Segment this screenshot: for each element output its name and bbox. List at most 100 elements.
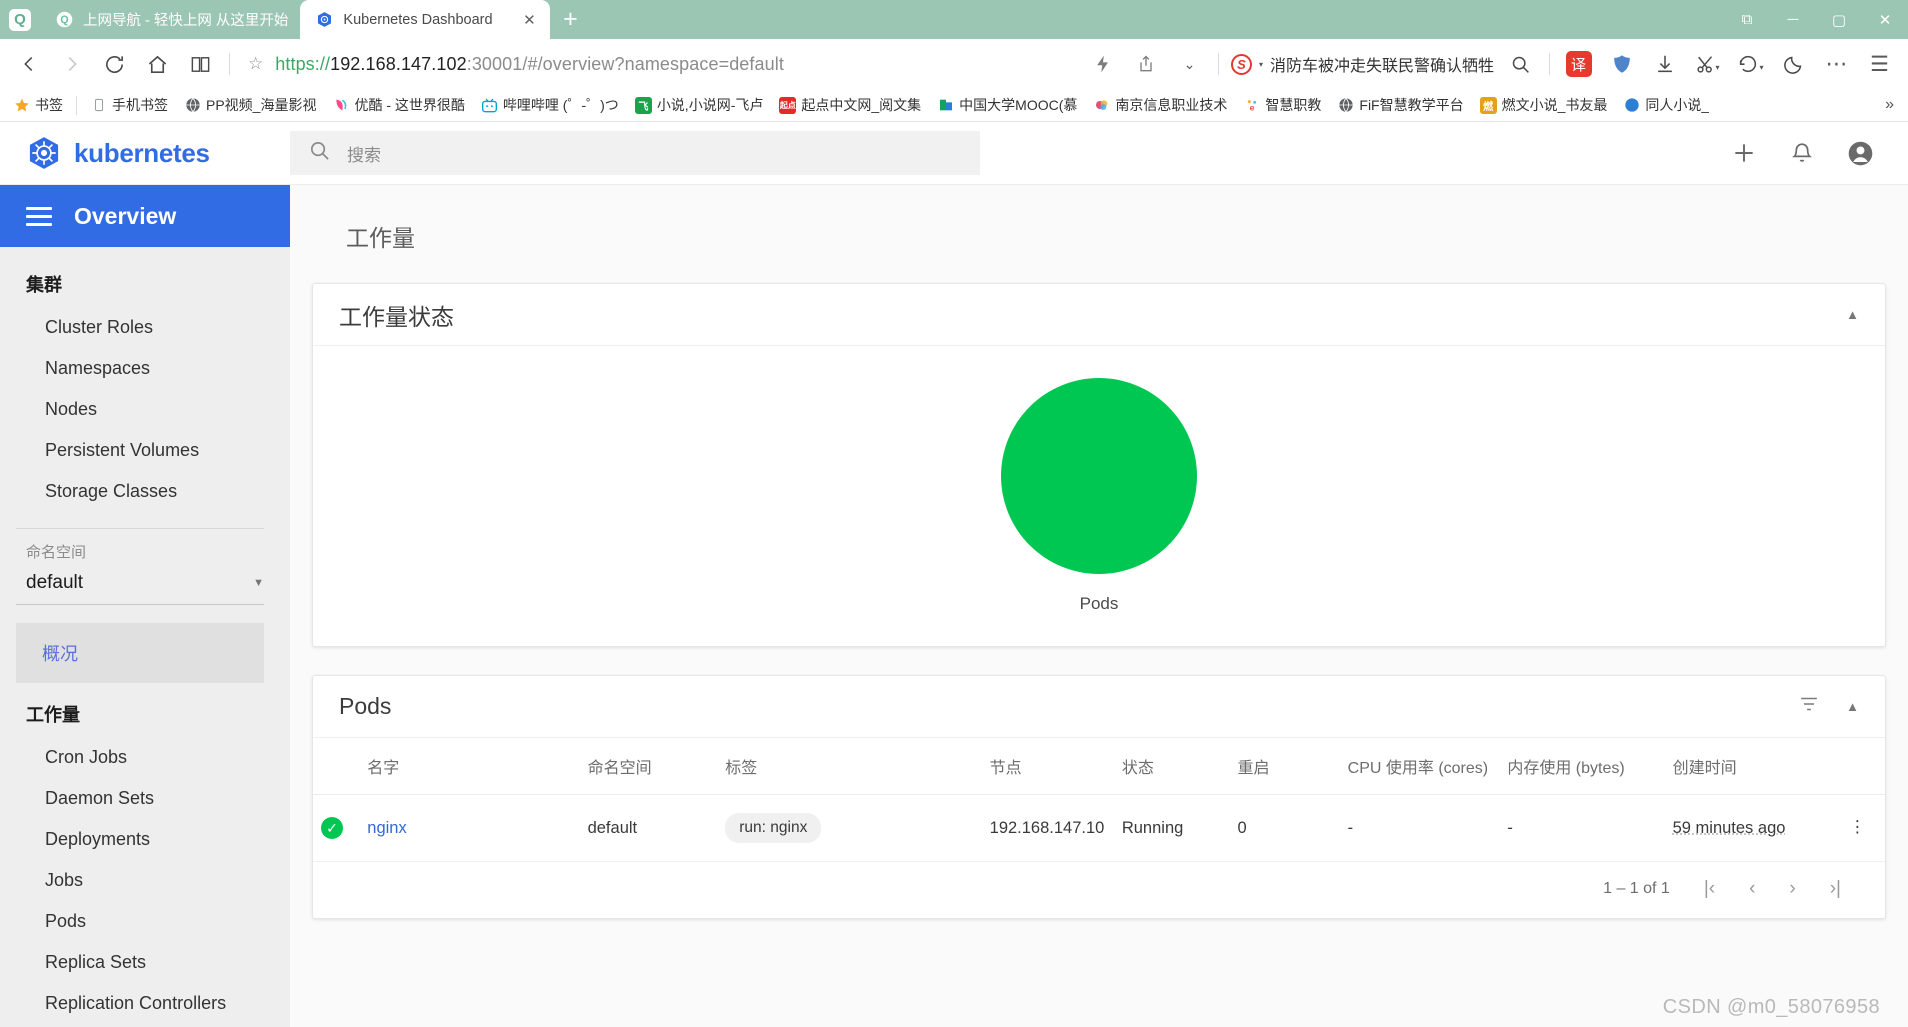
next-page-icon[interactable]: › xyxy=(1789,878,1795,900)
sidebar-item-namespaces[interactable]: Namespaces xyxy=(0,348,290,389)
sidebar-item-persistent-volumes[interactable]: Persistent Volumes xyxy=(0,430,290,471)
table-row[interactable]: ✓ nginx default run: nginx 192.168.147.1… xyxy=(313,795,1885,862)
card-header: 工作量状态 ▲ xyxy=(313,284,1885,346)
sidebar-item-nodes[interactable]: Nodes xyxy=(0,389,290,430)
new-tab-button[interactable]: + xyxy=(550,0,590,39)
bookmark-item[interactable]: 燃 燃文小说_书友最 xyxy=(1473,92,1615,118)
bookmark-label: 燃文小说_书友最 xyxy=(1501,97,1608,113)
bookmark-item[interactable]: e 智慧职教 xyxy=(1236,92,1328,118)
browser-tab-kubernetes[interactable]: Kubernetes Dashboard ✕ xyxy=(300,0,551,39)
sidebar-item-cluster-roles[interactable]: Cluster Roles xyxy=(0,307,290,348)
scissors-icon[interactable]: ▾ xyxy=(1687,44,1728,85)
window-close-icon[interactable]: ✕ xyxy=(1862,0,1908,39)
translate-icon[interactable]: 译 xyxy=(1558,44,1599,85)
bookmark-item[interactable]: 优酷 - 这世界很酷 xyxy=(325,92,471,118)
sidebar-item-overview[interactable]: 概况 xyxy=(16,623,264,683)
column-header-memory[interactable]: 内存使用 (bytes) xyxy=(1499,738,1665,795)
column-header-created[interactable]: 创建时间 xyxy=(1664,738,1830,795)
column-header-node[interactable]: 节点 xyxy=(981,738,1114,795)
bookmark-item[interactable]: FiF智慧教学平台 xyxy=(1330,92,1470,118)
maximize-icon[interactable]: ▢ xyxy=(1816,0,1862,39)
add-resource-button[interactable] xyxy=(1730,139,1758,167)
column-header-namespace[interactable]: 命名空间 xyxy=(579,738,718,795)
sidebar-item-deployments[interactable]: Deployments xyxy=(0,819,290,860)
chevron-down-icon[interactable]: ▼ xyxy=(253,577,264,589)
minimize-icon[interactable]: ─ xyxy=(1770,0,1816,39)
sidebar-item-jobs[interactable]: Jobs xyxy=(0,860,290,901)
browser-tab-navigation[interactable]: Q 上网导航 - 轻快上网 从这里开始 xyxy=(40,0,300,39)
bookmark-item[interactable]: 飞 小说,小说网-飞卢 xyxy=(628,92,771,118)
card-actions: ▲ xyxy=(1846,307,1859,322)
chevron-down-icon[interactable]: ⌄ xyxy=(1169,44,1210,85)
tongren-icon xyxy=(1623,97,1640,114)
column-header-name[interactable]: 名字 xyxy=(359,738,580,795)
globe-icon xyxy=(184,97,201,114)
collapse-icon[interactable]: ▲ xyxy=(1846,699,1859,714)
prev-page-icon[interactable]: ‹ xyxy=(1749,878,1755,900)
search-placeholder: 搜索 xyxy=(347,145,381,165)
home-icon[interactable] xyxy=(137,44,178,85)
row-actions-menu-icon[interactable]: ⋮ xyxy=(1830,795,1885,862)
bookmark-item[interactable]: 起点 起点中文网_阅文集 xyxy=(772,92,928,118)
pagination: 1 – 1 of 1 |‹ ‹ › ›| xyxy=(313,861,1885,918)
sidebar-item-storage-classes[interactable]: Storage Classes xyxy=(0,471,290,512)
bookmark-star-icon[interactable]: ☆ xyxy=(248,54,263,74)
column-header-cpu[interactable]: CPU 使用率 (cores) xyxy=(1339,738,1500,795)
bookmark-item[interactable]: 同人小说_ xyxy=(1616,92,1716,118)
app-logo[interactable]: kubernetes xyxy=(0,135,290,171)
reader-mode-icon[interactable] xyxy=(180,44,221,85)
menu-icon[interactable]: ☰ xyxy=(1859,44,1900,85)
pod-link[interactable]: nginx xyxy=(367,819,406,837)
cell-name[interactable]: nginx xyxy=(359,795,579,862)
sidebar-item-pods[interactable]: Pods xyxy=(0,901,290,942)
bookmark-item[interactable]: 哔哩哔哩 (゜-゜)つ xyxy=(474,92,626,118)
page-title: Overview xyxy=(74,202,177,229)
first-page-icon[interactable]: |‹ xyxy=(1704,878,1715,900)
filter-icon[interactable] xyxy=(1798,693,1820,720)
download-icon[interactable] xyxy=(1644,44,1685,85)
moon-icon[interactable] xyxy=(1773,44,1814,85)
shield-icon[interactable] xyxy=(1601,44,1642,85)
address-bar[interactable]: ☆ https://192.168.147.102:30001/#/overvi… xyxy=(238,44,1081,85)
bookmark-label: 小说,小说网-飞卢 xyxy=(656,97,764,113)
bookmarks-overflow-icon[interactable]: » xyxy=(1877,96,1902,114)
share-icon[interactable] xyxy=(1126,44,1167,85)
pods-card: Pods ▲ 名字 命名空间 标签 节点 状态 重启 CPU 使用率 (core… xyxy=(312,675,1886,919)
back-icon[interactable] xyxy=(8,44,49,85)
sidebar-item-replica-sets[interactable]: Replica Sets xyxy=(0,942,290,983)
q-logo-icon: Q xyxy=(54,10,74,30)
last-page-icon[interactable]: ›| xyxy=(1830,878,1841,900)
bookmark-item[interactable]: PP视频_海量影视 xyxy=(177,92,323,118)
search-input[interactable]: 搜索 xyxy=(290,131,980,175)
column-header-restarts[interactable]: 重启 xyxy=(1229,738,1340,795)
collapse-icon[interactable]: ▲ xyxy=(1846,307,1859,322)
news-ticker[interactable]: S ▾ 消防车被冲走失联民警确认牺牲 xyxy=(1227,52,1498,76)
sidebar-item-replication-controllers[interactable]: Replication Controllers xyxy=(0,983,290,1024)
workload-status-chart: Pods xyxy=(313,346,1885,646)
hamburger-menu-icon[interactable] xyxy=(26,206,52,226)
bookmark-item[interactable]: 手机书签 xyxy=(83,92,175,118)
bookmark-item[interactable]: 书签 xyxy=(6,92,70,118)
notifications-icon[interactable] xyxy=(1788,139,1816,167)
account-icon[interactable] xyxy=(1846,139,1874,167)
globe-icon xyxy=(1337,97,1354,114)
pagination-count: 1 – 1 of 1 xyxy=(1603,880,1670,897)
column-header-labels[interactable]: 标签 xyxy=(717,738,982,795)
bilibili-icon xyxy=(481,97,498,114)
reload-icon[interactable] xyxy=(94,44,135,85)
search-icon[interactable] xyxy=(1500,44,1541,85)
flash-icon[interactable] xyxy=(1083,44,1124,85)
undo-icon[interactable]: ▾ xyxy=(1730,44,1771,85)
namespace-select[interactable]: default ▼ xyxy=(16,568,264,605)
browser-logo: Q xyxy=(0,0,40,39)
column-header-status[interactable]: 状态 xyxy=(1113,738,1230,795)
news-text[interactable]: 消防车被冲走失联民警确认牺牲 xyxy=(1270,52,1494,76)
restore-panel-icon[interactable]: ⧉ xyxy=(1724,0,1770,39)
bookmark-item[interactable]: 南京信息职业技术 xyxy=(1086,92,1234,118)
caret-down-icon[interactable]: ▾ xyxy=(1259,60,1263,69)
close-icon[interactable]: ✕ xyxy=(520,11,538,29)
bookmark-item[interactable]: 中国大学MOOC(慕 xyxy=(930,92,1084,118)
sidebar-item-daemon-sets[interactable]: Daemon Sets xyxy=(0,778,290,819)
more-icon[interactable]: ⋯ xyxy=(1816,44,1857,85)
sidebar-item-cron-jobs[interactable]: Cron Jobs xyxy=(0,737,290,778)
